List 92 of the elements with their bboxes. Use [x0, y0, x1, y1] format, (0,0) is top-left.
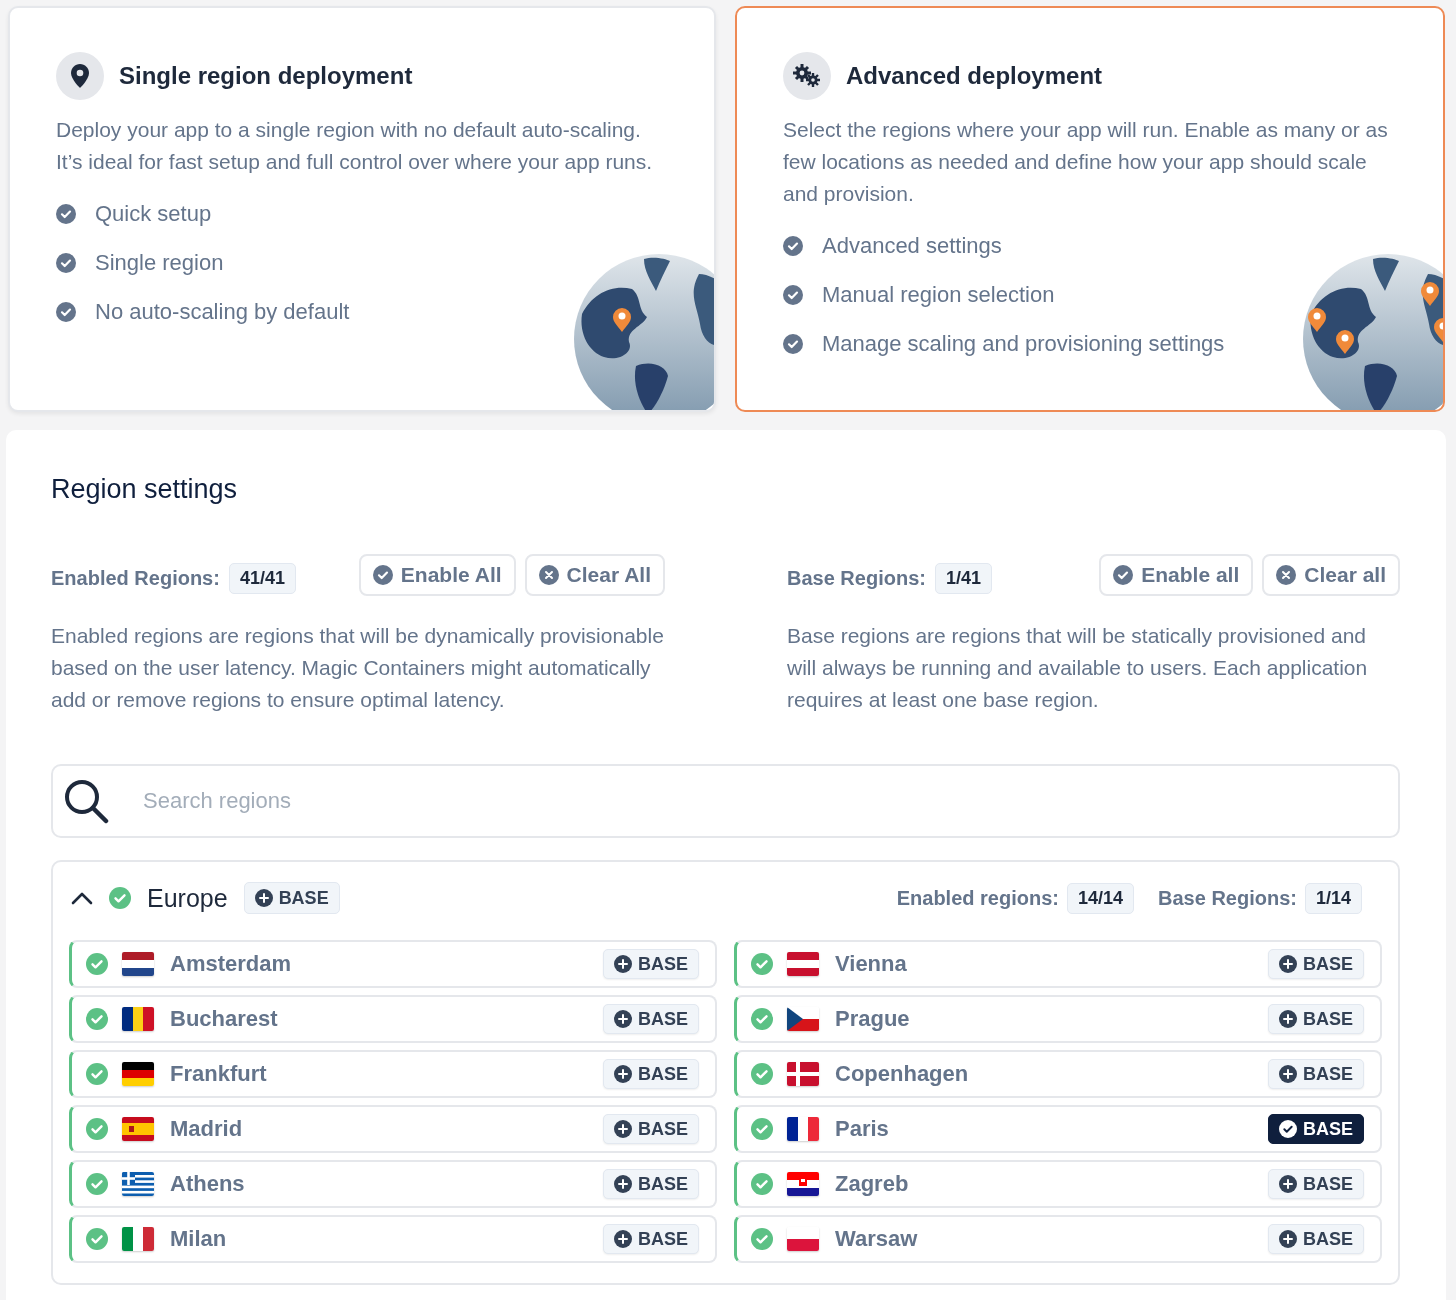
- region-name: Warsaw: [835, 1226, 919, 1252]
- plus-icon: [614, 1175, 632, 1193]
- count-label: Base Regions:: [787, 566, 926, 590]
- search-field[interactable]: Search regions: [51, 764, 1400, 838]
- region-name: Frankfurt: [170, 1061, 268, 1087]
- flag-icon: [122, 1007, 154, 1031]
- region-name: Copenhagen: [835, 1061, 970, 1087]
- chevron-icon[interactable]: [71, 891, 93, 905]
- check-circle-icon: [783, 334, 803, 354]
- base-toggle[interactable]: BASE: [1268, 1114, 1364, 1144]
- flag-icon: [122, 1172, 154, 1196]
- flag-icon: [787, 1172, 819, 1196]
- check-circle-icon: [783, 285, 803, 305]
- clear-button[interactable]: Clear all: [1262, 554, 1400, 596]
- region-name: Vienna: [835, 951, 908, 977]
- base-toggle[interactable]: BASE: [603, 1169, 699, 1199]
- clear-icon: [1276, 565, 1297, 585]
- plus-icon: [1279, 1230, 1297, 1248]
- enable-button[interactable]: Enable all: [1099, 554, 1254, 596]
- region-name: Madrid: [170, 1116, 244, 1142]
- search-icon: [63, 778, 109, 824]
- region-name: Zagreb: [835, 1171, 910, 1197]
- base-toggle[interactable]: BASE: [1268, 949, 1364, 979]
- count-badge: 1/14: [1304, 882, 1362, 914]
- check-icon: [1279, 1120, 1297, 1138]
- flag-icon: [787, 952, 819, 976]
- flag-icon: [122, 1227, 154, 1251]
- check-circle-icon: [56, 302, 76, 322]
- clear-icon: [538, 565, 559, 585]
- flag-icon: [122, 1062, 154, 1086]
- base-toggle[interactable]: BASE: [243, 882, 340, 914]
- flag-icon: [787, 1227, 819, 1251]
- location-pin-icon: [71, 64, 89, 88]
- region-name: Paris: [835, 1116, 890, 1142]
- plus-icon: [1279, 1065, 1297, 1083]
- plus-icon: [1279, 1175, 1297, 1193]
- flag-icon: [787, 1062, 819, 1086]
- check-circle-icon: [56, 253, 76, 273]
- column-description: Enabled regions are regions that will be dynamically provisionable based on the user latency. Magic Containers might automatically add or remove regions to ensure optimal latency.: [51, 623, 665, 713]
- flag-icon: [122, 952, 154, 976]
- count-badge: 1/41: [934, 562, 992, 594]
- base-toggle[interactable]: BASE: [1268, 1004, 1364, 1034]
- region-name: Athens: [170, 1171, 246, 1197]
- card-title: Advanced deployment: [846, 62, 1103, 90]
- plus-icon: [614, 1010, 632, 1028]
- plus-icon: [614, 1120, 632, 1138]
- region-name: Bucharest: [170, 1006, 279, 1032]
- gears-icon: [793, 64, 821, 88]
- flag-icon: [787, 1117, 819, 1141]
- region-name: Milan: [170, 1226, 228, 1252]
- feature-text: No auto-scaling by default: [95, 299, 350, 325]
- plus-icon: [614, 955, 632, 973]
- base-toggle[interactable]: BASE: [1268, 1059, 1364, 1089]
- count-badge: 41/41: [228, 562, 296, 594]
- plus-icon: [1279, 955, 1297, 973]
- region-name: Amsterdam: [170, 951, 293, 977]
- flag-icon: [122, 1117, 154, 1141]
- card-description: Select the regions where your app will run. Enable as many or as few locations as needed and define how your app should scale and provision.: [783, 117, 1389, 207]
- check-circle-icon: [372, 565, 393, 585]
- plus-icon: [614, 1065, 632, 1083]
- card-description: Deploy your app to a single region with no default auto-scaling. It’s ideal for fast setup and full control over where your app runs.: [56, 117, 654, 175]
- count-label: Base Regions:: [1158, 886, 1297, 910]
- clear-button[interactable]: Clear All: [524, 554, 665, 596]
- feature-text: Single region: [95, 250, 224, 276]
- plus-icon: [614, 1230, 632, 1248]
- column-description: Base regions are regions that will be statically provisioned and will always be running and available to users. Each application requires at least one base region.: [787, 623, 1369, 713]
- base-toggle[interactable]: BASE: [603, 1224, 699, 1254]
- base-toggle[interactable]: BASE: [603, 1004, 699, 1034]
- feature-text: Quick setup: [95, 201, 212, 227]
- check-circle-icon: [1113, 565, 1134, 585]
- flag-icon: [787, 1007, 819, 1031]
- feature-text: Advanced settings: [822, 233, 1002, 259]
- plus-icon: [254, 889, 273, 907]
- section-title: Region settings: [51, 474, 239, 506]
- group-name: Europe: [147, 883, 228, 913]
- deployment-card[interactable]: [735, 6, 1445, 412]
- check-circle-icon: [783, 236, 803, 256]
- base-toggle[interactable]: BASE: [1268, 1224, 1364, 1254]
- base-toggle[interactable]: BASE: [603, 949, 699, 979]
- base-toggle[interactable]: BASE: [1268, 1169, 1364, 1199]
- region-name: Prague: [835, 1006, 911, 1032]
- count-label: Enabled Regions:: [51, 566, 220, 590]
- count-badge: 14/14: [1066, 882, 1134, 914]
- feature-text: Manage scaling and provisioning settings: [822, 331, 1225, 357]
- enable-button[interactable]: Enable All: [358, 554, 516, 596]
- feature-text: Manual region selection: [822, 282, 1055, 308]
- check-circle-icon: [56, 204, 76, 224]
- plus-icon: [1279, 1010, 1297, 1028]
- base-toggle[interactable]: BASE: [603, 1114, 699, 1144]
- card-title: Single region deployment: [119, 62, 413, 90]
- base-toggle[interactable]: BASE: [603, 1059, 699, 1089]
- count-label: Enabled regions:: [896, 886, 1059, 910]
